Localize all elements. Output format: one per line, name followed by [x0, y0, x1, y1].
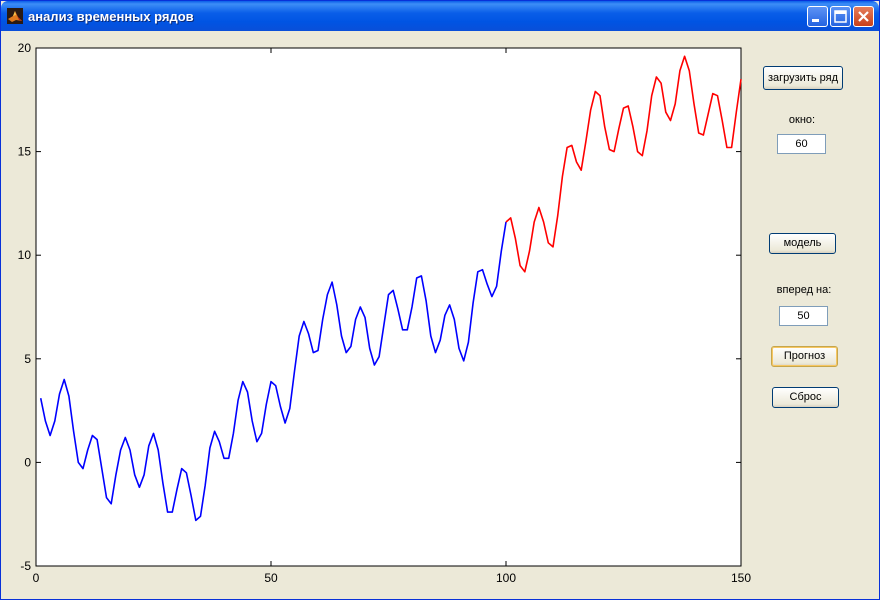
- forecast-horizon-label: вперед на:: [776, 284, 832, 296]
- y-tick-label: -5: [20, 559, 31, 573]
- maximize-icon: [834, 10, 847, 23]
- plot-area: [35, 47, 742, 567]
- x-tick-label: 150: [731, 571, 751, 585]
- minimize-icon: [812, 19, 819, 22]
- forecast-horizon-input[interactable]: [779, 306, 828, 326]
- y-tick-label: 15: [18, 145, 32, 159]
- y-tick-label: 5: [24, 352, 31, 366]
- reset-button[interactable]: Сброс: [772, 387, 839, 408]
- x-tick-label: 50: [264, 571, 278, 585]
- model-button[interactable]: модель: [769, 233, 836, 254]
- figure-client-area: 0 50 100 150 -5 0 5 10 15 20 загрузить ряд окно: …: [4, 31, 876, 596]
- load-series-button[interactable]: загрузить ряд: [763, 66, 843, 90]
- y-tick-label: 20: [18, 41, 32, 55]
- window-size-input[interactable]: [777, 134, 826, 154]
- close-button[interactable]: [853, 6, 874, 27]
- y-tick-label: 10: [18, 248, 32, 262]
- app-window: анализ временных рядов 0 50 100 150 -5 0 5 10 15…: [0, 0, 880, 600]
- time-series-plot[interactable]: 0 50 100 150-505101520: [4, 31, 759, 596]
- title-bar[interactable]: анализ временных рядов: [1, 1, 879, 31]
- window-title: анализ временных рядов: [28, 9, 194, 24]
- maximize-button[interactable]: [830, 6, 851, 27]
- minimize-button[interactable]: [807, 6, 828, 27]
- window-size-label: окно:: [788, 114, 816, 126]
- x-tick-label: 100: [496, 571, 516, 585]
- close-icon: [858, 11, 869, 22]
- matlab-logo-icon: [7, 8, 23, 24]
- y-tick-label: 0: [24, 455, 31, 469]
- x-tick-label: 0: [33, 571, 40, 585]
- forecast-button[interactable]: Прогноз: [771, 346, 838, 367]
